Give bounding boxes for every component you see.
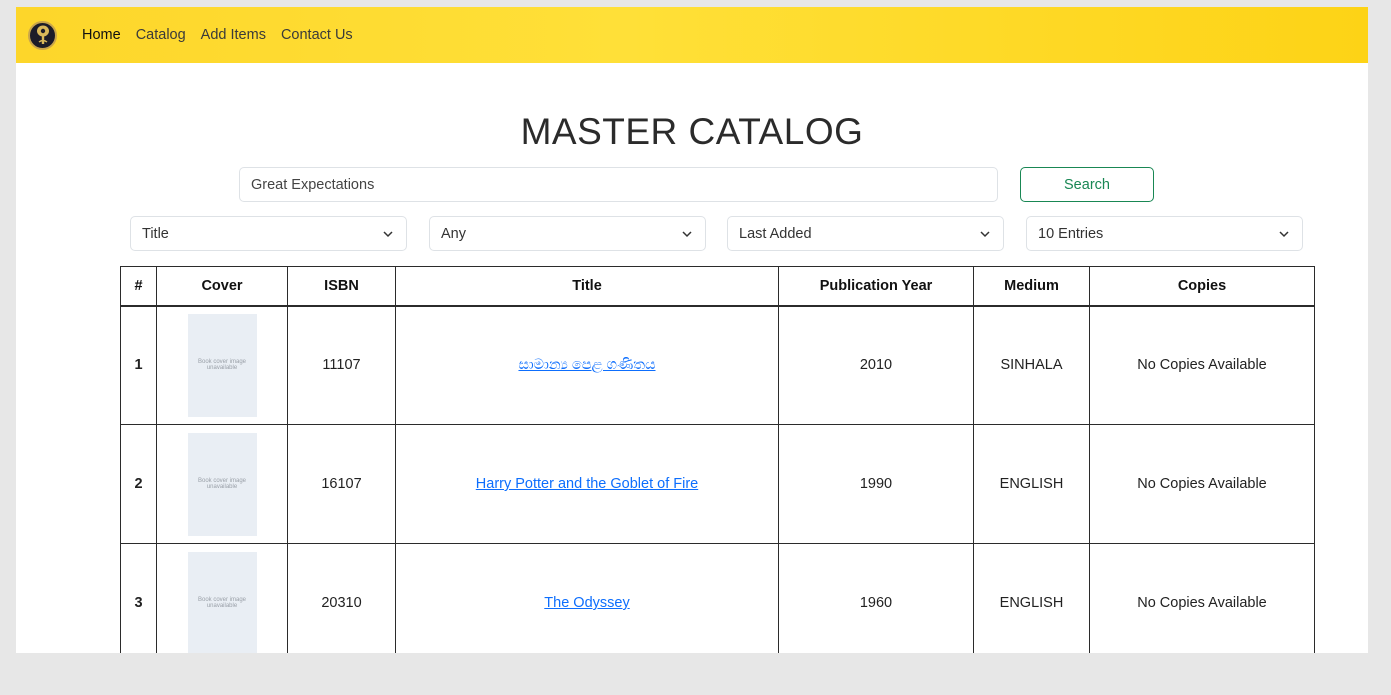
table-header-row: # Cover ISBN Title Publication Year Medi… [120,266,1315,307]
navbar: Home Catalog Add Items Contact Us [16,7,1368,63]
isbn-cell: 11107 [287,305,396,425]
nav-link-catalog[interactable]: Catalog [136,27,186,43]
chevron-down-icon [682,230,692,237]
catalog-table: # Cover ISBN Title Publication Year Medi… [120,266,1315,653]
isbn-cell: 16107 [287,424,396,544]
sort-value: Last Added [739,225,812,242]
title-cell: Harry Potter and the Goblet of Fire [395,424,779,544]
entries-select[interactable]: 10 Entries [1026,216,1303,251]
nav-link-contact-us[interactable]: Contact Us [281,27,353,43]
book-title-link[interactable]: සාමාන්‍ය පෙළ ගණිතය [518,357,655,373]
column-header-number: # [120,266,157,307]
column-header-cover: Cover [156,266,288,307]
column-header-publication-year: Publication Year [778,266,974,307]
sort-select[interactable]: Last Added [727,216,1004,251]
column-header-copies: Copies [1089,266,1315,307]
medium-select[interactable]: Any [429,216,706,251]
row-number: 2 [120,424,157,544]
column-header-isbn: ISBN [287,266,396,307]
table-row: 2 Book cover image unavailable 16107 Har… [120,424,1315,544]
medium-value: Any [441,225,466,242]
copies-cell: No Copies Available [1089,424,1315,544]
book-cover-placeholder: Book cover image unavailable [187,551,257,653]
chevron-down-icon [1279,230,1289,237]
book-title-link[interactable]: The Odyssey [544,595,629,611]
isbn-cell: 20310 [287,543,396,653]
search-by-value: Title [142,225,169,242]
nav-link-home[interactable]: Home [82,27,121,43]
library-logo-icon[interactable] [28,20,57,50]
publication-year-cell: 1960 [778,543,974,653]
search-button[interactable]: Search [1020,167,1154,202]
page-title: MASTER CATALOG [520,111,864,152]
medium-cell: ENGLISH [973,424,1090,544]
nav-link-add-items[interactable]: Add Items [201,27,266,43]
search-by-select[interactable]: Title [130,216,407,251]
copies-cell: No Copies Available [1089,543,1315,653]
title-cell: සාමාන්‍ය පෙළ ගණිතය [395,305,779,425]
row-number: 1 [120,305,157,425]
book-cover-placeholder: Book cover image unavailable [187,432,257,536]
row-number: 3 [120,543,157,653]
cover-cell: Book cover image unavailable [156,424,288,544]
book-title-link[interactable]: Harry Potter and the Goblet of Fire [476,476,698,492]
page: Home Catalog Add Items Contact Us MASTER… [16,7,1368,653]
medium-cell: SINHALA [973,305,1090,425]
publication-year-cell: 2010 [778,305,974,425]
cover-cell: Book cover image unavailable [156,543,288,653]
chevron-down-icon [383,230,393,237]
column-header-title: Title [395,266,779,307]
cover-cell: Book cover image unavailable [156,305,288,425]
publication-year-cell: 1990 [778,424,974,544]
chevron-down-icon [980,230,990,237]
table-row: 3 Book cover image unavailable 20310 The… [120,543,1315,653]
column-header-medium: Medium [973,266,1090,307]
search-input[interactable] [239,167,998,202]
entries-value: 10 Entries [1038,225,1104,242]
title-cell: The Odyssey [395,543,779,653]
book-cover-placeholder: Book cover image unavailable [187,313,257,417]
medium-cell: ENGLISH [973,543,1090,653]
copies-cell: No Copies Available [1089,305,1315,425]
torch-icon [36,25,49,44]
table-row: 1 Book cover image unavailable 11107 සාම… [120,305,1315,425]
